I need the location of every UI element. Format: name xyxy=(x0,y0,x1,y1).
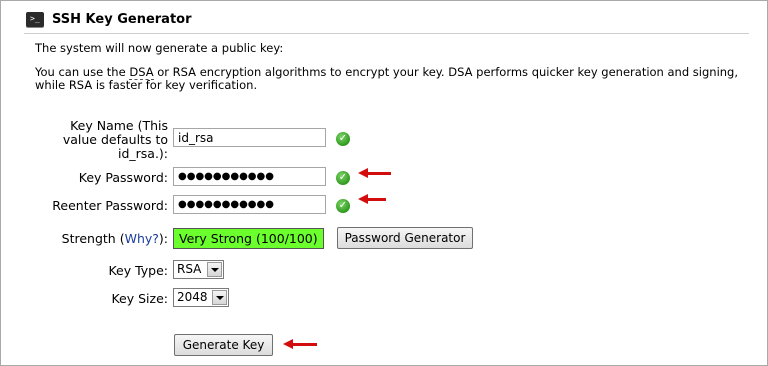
intro-text: The system will now generate a public ke… xyxy=(35,41,284,55)
key-name-valid-icon: ✓ xyxy=(336,132,350,146)
strength-label: Strength (Why?): xyxy=(61,231,168,246)
strength-meter: Very Strong (100/100) xyxy=(173,228,324,249)
chevron-down-icon[interactable] xyxy=(207,262,222,277)
reenter-password-input[interactable]: ●●●●●●●●●●● xyxy=(173,195,326,214)
terminal-icon: >_ xyxy=(26,12,44,27)
reenter-password-valid-icon: ✓ xyxy=(336,199,350,213)
key-password-input[interactable]: ●●●●●●●●●●● xyxy=(173,167,326,186)
password-generator-button[interactable]: Password Generator xyxy=(337,227,473,249)
key-type-label: Key Type: xyxy=(108,263,168,278)
annotation-arrow-icon xyxy=(358,194,386,204)
key-name-input[interactable]: id_rsa xyxy=(173,128,326,147)
reenter-password-label: Reenter Password: xyxy=(52,198,168,213)
generate-key-button[interactable]: Generate Key xyxy=(174,334,273,356)
annotation-arrow-icon xyxy=(358,168,391,178)
chevron-down-icon[interactable] xyxy=(212,290,227,305)
annotation-arrow-icon xyxy=(283,339,317,349)
key-size-select[interactable]: 2048 xyxy=(173,288,229,307)
key-name-label: Key Name (This value defaults to id_rsa.… xyxy=(62,118,168,161)
page-title: SSH Key Generator xyxy=(52,12,192,27)
strength-why-link[interactable]: Why? xyxy=(125,231,159,246)
description-text: You can use the DSA or RSA encryption al… xyxy=(35,65,739,92)
key-password-label: Key Password: xyxy=(78,170,168,185)
key-password-valid-icon: ✓ xyxy=(336,171,350,185)
key-size-label: Key Size: xyxy=(111,291,168,306)
ssh-key-generator-panel: >_ SSH Key Generator The system will now… xyxy=(0,0,768,366)
key-type-select[interactable]: RSA xyxy=(173,260,224,279)
header-divider xyxy=(24,33,749,34)
